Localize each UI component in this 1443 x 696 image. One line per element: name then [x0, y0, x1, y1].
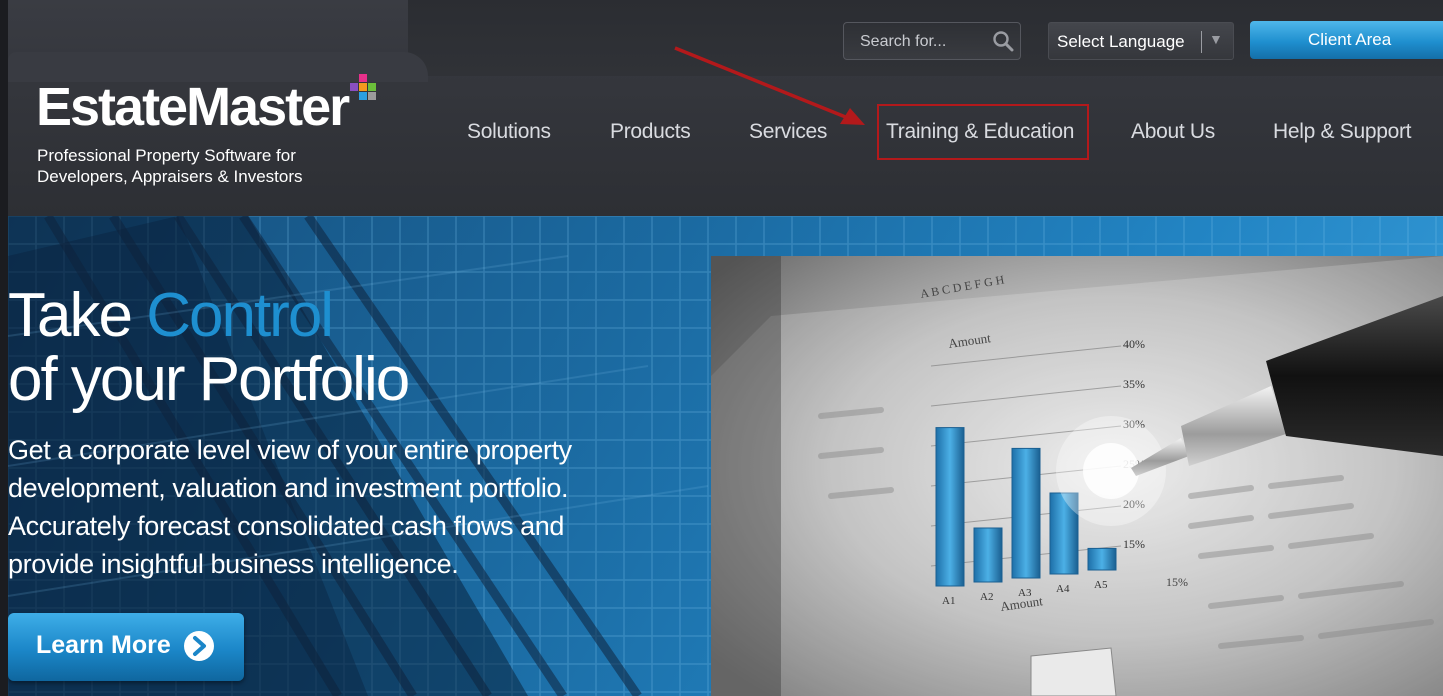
photo-bar-label: A4 [1056, 583, 1070, 595]
language-select-label: Select Language [1057, 32, 1185, 51]
logo-wordmark: EstateMaster [36, 77, 350, 137]
nav-item-about-us[interactable]: About Us [1131, 120, 1215, 144]
logo-squares-icon [350, 74, 376, 100]
search-icon[interactable] [992, 30, 1014, 52]
chevron-down-icon: ▼ [1209, 31, 1223, 47]
page-frame: EstateMaster Professional Property Softw… [0, 0, 1443, 696]
photo-lower-percent: 15% [1166, 575, 1188, 589]
annotation-highlight-box [877, 104, 1089, 160]
photo-bar-label: A1 [942, 595, 955, 607]
photo-bar-label: A5 [1094, 579, 1108, 591]
nav-item-help-support[interactable]: Help & Support [1273, 120, 1412, 144]
nav-item-solutions[interactable]: Solutions [467, 120, 551, 144]
hero-title-accent: Control [146, 281, 334, 350]
annotation-arrow-icon [674, 46, 865, 125]
hero-description: Get a corporate level view of your entir… [8, 435, 572, 579]
hero-title-line2: of your Portfolio [8, 345, 410, 414]
logo-tagline: Professional Property Software for Devel… [37, 145, 303, 187]
logo[interactable]: EstateMaster [36, 74, 376, 137]
chevron-right-circle-icon [184, 631, 214, 661]
photo-percent-label: 40% [1123, 337, 1145, 351]
learn-more-button[interactable]: Learn More [8, 613, 244, 681]
photo-bar [935, 427, 965, 587]
hero-banner: Take Control of your Portfolio Get a cor… [8, 216, 1443, 696]
tagline-line-2: Developers, Appraisers & Investors [37, 167, 303, 186]
chart-photo-image: A B C D E F G H Amount A1 A2 A3 A4 A5 40%3 [711, 256, 1443, 696]
photo-bar [973, 527, 1003, 583]
photo-percent-label: 15% [1123, 537, 1145, 551]
photo-bar [1087, 547, 1117, 571]
photo-percent-label: 35% [1123, 377, 1145, 391]
language-select[interactable]: Select Language ▼ [1048, 22, 1234, 60]
photo-bar-label: A2 [980, 591, 993, 603]
language-select-divider [1201, 31, 1202, 53]
learn-more-label: Learn More [36, 631, 171, 659]
hero-title: Take Control of your Portfolio [8, 281, 410, 414]
tagline-line-1: Professional Property Software for [37, 146, 296, 165]
hero-title-part1: Take [8, 281, 147, 350]
hero-chart-photo: A B C D E F G H Amount A1 A2 A3 A4 A5 40% 3 [711, 256, 1443, 696]
photo-bar [1011, 447, 1041, 579]
client-area-button[interactable]: Client Area [1250, 21, 1443, 59]
